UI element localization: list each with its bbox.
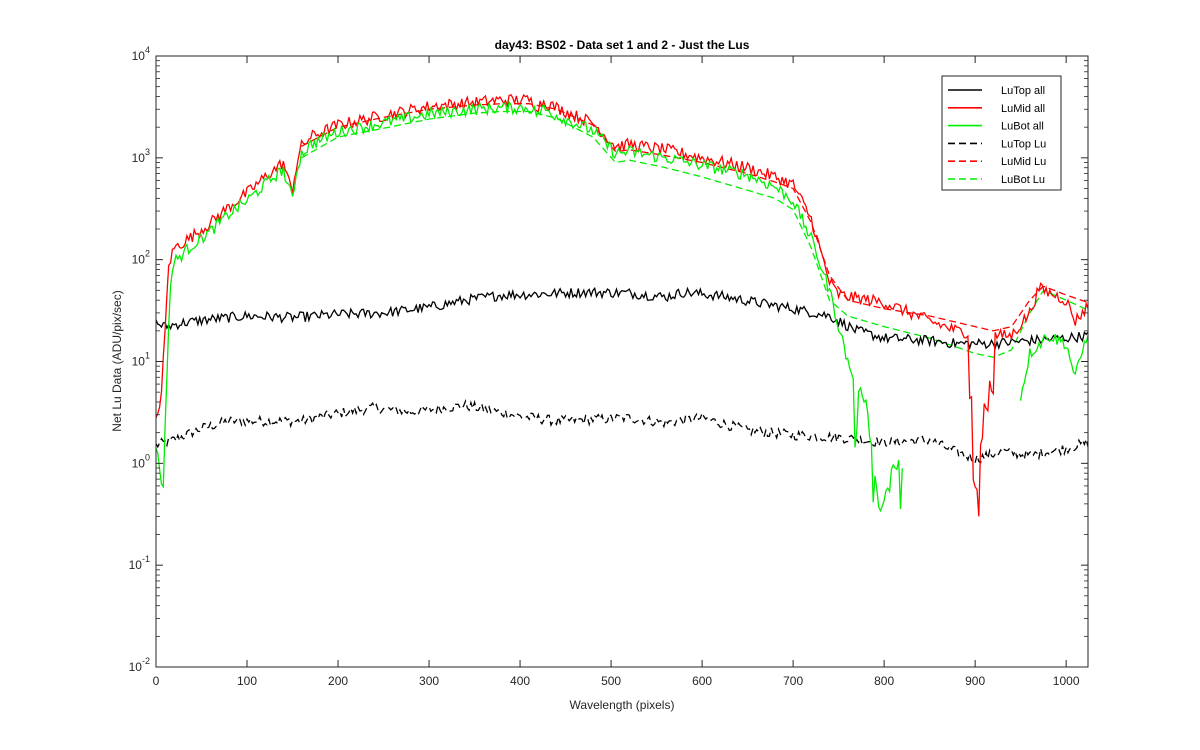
x-tick-label: 700 <box>783 674 803 688</box>
legend: LuTop all LuMid all LuBot all LuTop Lu LuMid… <box>941 75 1062 191</box>
x-tick-label: 500 <box>601 674 621 688</box>
legend-entry-label: LuMid Lu <box>1001 156 1046 168</box>
legend-entry-label: LuBot Lu <box>1001 174 1045 186</box>
chart: 0 100 200 300 400 500 600 700 800 900 100010-210-1… <box>0 0 1200 750</box>
x-tick-label: 1000 <box>1053 674 1080 688</box>
y-axis-label: Net Lu Data (ADU/pix/sec) <box>110 290 124 431</box>
x-tick-label: 900 <box>965 674 985 688</box>
x-tick-label: 800 <box>874 674 894 688</box>
x-tick-label: 100 <box>237 674 257 688</box>
x-tick-label: 600 <box>692 674 712 688</box>
legend-entry-label: LuTop all <box>1001 85 1045 97</box>
legend-entry-label: LuTop Lu <box>1001 138 1046 150</box>
x-tick-label: 300 <box>419 674 439 688</box>
chart-title: day43: BS02 - Data set 1 and 2 - Just th… <box>495 38 750 52</box>
x-axis-label: Wavelength (pixels) <box>570 698 675 712</box>
x-tick-label: 0 <box>153 674 160 688</box>
x-tick-label: 400 <box>510 674 530 688</box>
legend-entry-label: LuBot all <box>1001 121 1044 133</box>
legend-entry-label: LuMid all <box>1001 103 1045 115</box>
x-tick-label: 200 <box>328 674 348 688</box>
